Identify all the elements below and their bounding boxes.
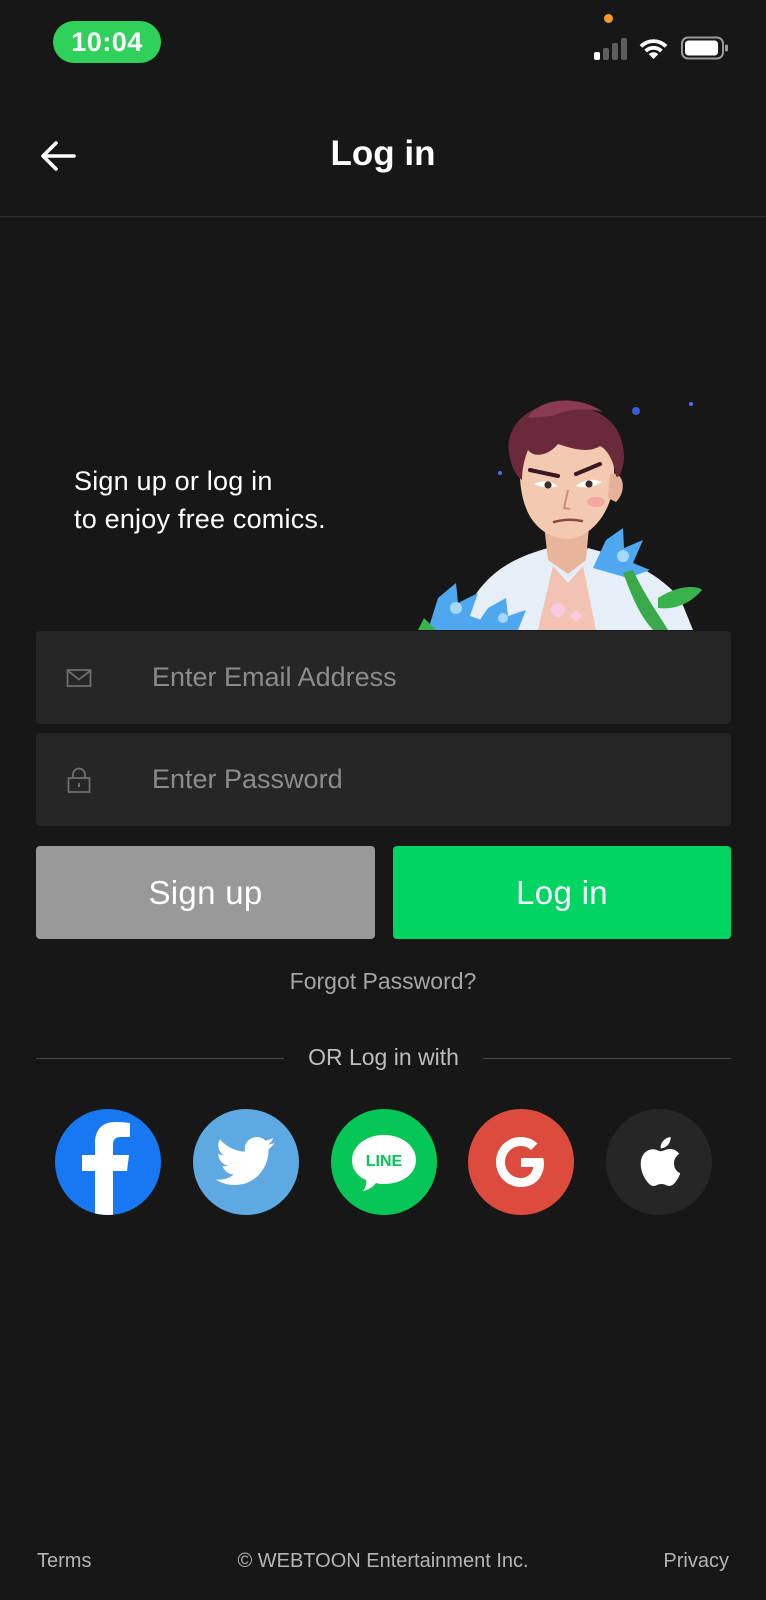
apple-login-button[interactable] [606, 1109, 712, 1215]
email-input[interactable] [152, 631, 712, 724]
sign-up-button[interactable]: Sign up [36, 846, 375, 939]
forgot-password-link[interactable]: Forgot Password? [0, 968, 766, 995]
google-login-button[interactable] [468, 1109, 574, 1215]
divider-line-right [483, 1058, 731, 1059]
password-field[interactable] [36, 733, 731, 826]
social-login-divider: OR Log in with [36, 1044, 731, 1074]
hero-line-2: to enjoy free comics. [74, 504, 326, 534]
status-time: 10:04 [53, 21, 161, 63]
app-header: Log in [0, 100, 766, 217]
page-title: Log in [330, 134, 436, 173]
google-g-icon [496, 1137, 544, 1187]
line-login-button[interactable]: LINE [331, 1109, 437, 1215]
wifi-icon [639, 39, 668, 59]
login-screen: 10:04 Log in Sign up or log in to enjoy … [0, 0, 766, 1600]
line-icon-text: LINE [366, 1153, 403, 1170]
battery-icon [681, 36, 728, 60]
email-field[interactable] [36, 631, 731, 724]
apple-icon [640, 1137, 681, 1187]
hero-tagline: Sign up or log in to enjoy free comics. [74, 462, 394, 538]
twitter-login-button[interactable] [193, 1109, 299, 1215]
facebook-login-button[interactable] [55, 1109, 161, 1215]
copyright-text: © WEBTOON Entertainment Inc. [237, 1550, 529, 1572]
password-input[interactable] [152, 733, 712, 826]
privacy-link[interactable]: Privacy [663, 1550, 729, 1573]
line-icon: LINE [352, 1135, 416, 1191]
log-in-button[interactable]: Log in [393, 846, 731, 939]
privacy-indicator-dot [604, 14, 613, 23]
cellular-signal-icon [594, 38, 628, 60]
twitter-bird-icon [216, 1137, 275, 1185]
lock-icon [67, 767, 91, 793]
envelope-icon [66, 669, 92, 687]
comic-character-illustration [418, 400, 702, 630]
hero-line-1: Sign up or log in [74, 466, 273, 496]
facebook-icon [82, 1122, 130, 1215]
